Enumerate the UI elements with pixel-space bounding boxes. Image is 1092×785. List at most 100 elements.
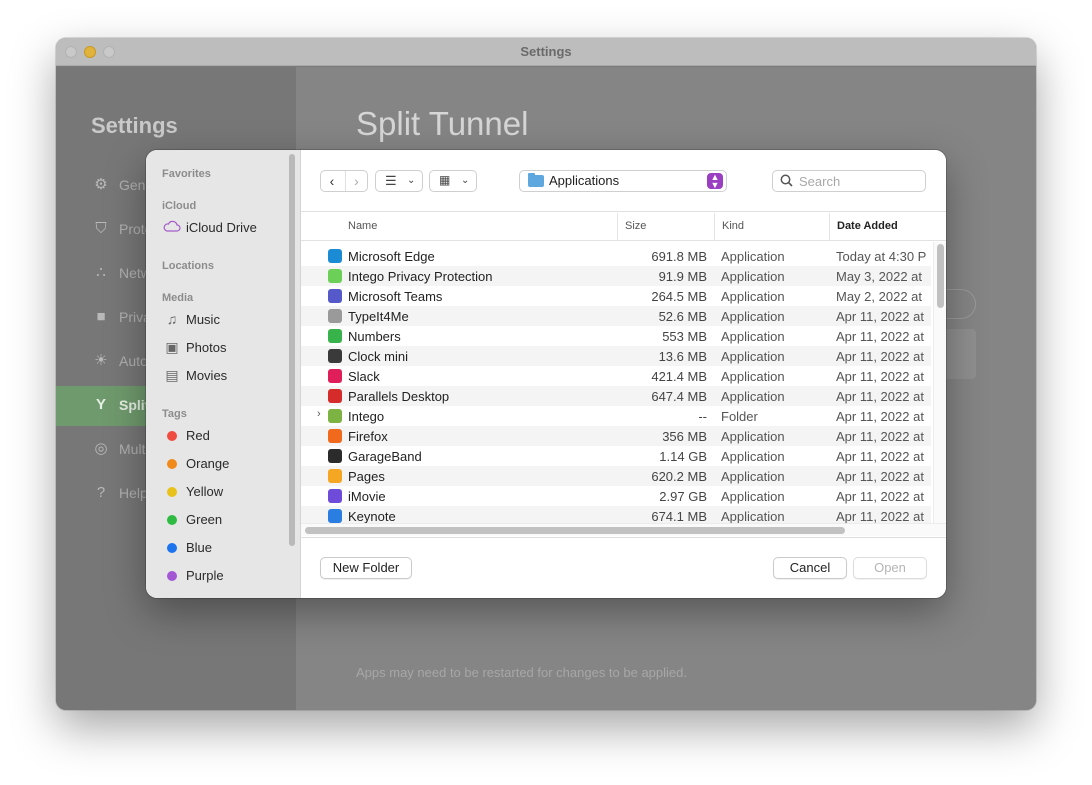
sidebar-scrollbar[interactable] bbox=[289, 154, 295, 546]
tag-red[interactable]: Red bbox=[162, 425, 292, 447]
split-icon: Y bbox=[95, 396, 106, 413]
app-icon bbox=[328, 309, 342, 323]
folder-icon bbox=[328, 409, 342, 423]
file-row[interactable]: Intego Privacy Protection 91.9 MB Applicat… bbox=[301, 266, 931, 286]
location-popup[interactable]: Applications ▲ ▼ bbox=[519, 170, 727, 192]
vertical-scrollbar[interactable] bbox=[933, 242, 946, 524]
file-date: Apr 11, 2022 at bbox=[836, 429, 924, 444]
file-date: Apr 11, 2022 at bbox=[836, 349, 924, 364]
file-date: May 3, 2022 at bbox=[836, 269, 922, 284]
app-icon bbox=[328, 269, 342, 283]
horizontal-scrollbar[interactable] bbox=[301, 523, 946, 536]
sidebar-item-icloud-drive[interactable]: iCloud Drive bbox=[162, 217, 292, 239]
file-row[interactable]: Clock mini 13.6 MB Application Apr 11, 2022… bbox=[301, 346, 931, 366]
restart-footnote: Apps may need to be restarted for change… bbox=[356, 665, 687, 680]
file-row[interactable]: Numbers 553 MB Application Apr 11, 2022 at bbox=[301, 326, 931, 346]
file-date: Apr 11, 2022 at bbox=[836, 409, 924, 424]
dialog-footer: New Folder Cancel Open bbox=[301, 537, 946, 598]
back-button[interactable]: ‹ bbox=[321, 171, 343, 191]
tag-purple[interactable]: Purple bbox=[162, 565, 292, 587]
file-name: Microsoft Teams bbox=[348, 289, 443, 304]
column-kind[interactable]: Kind bbox=[714, 213, 829, 241]
cancel-button[interactable]: Cancel bbox=[773, 557, 847, 579]
view-options-button[interactable]: ☰ ⌄ bbox=[375, 170, 423, 192]
file-row[interactable]: Parallels Desktop 647.4 MB Application Apr … bbox=[301, 386, 931, 406]
app-icon bbox=[328, 449, 342, 463]
vertical-scroll-thumb[interactable] bbox=[937, 244, 944, 308]
file-kind: Folder bbox=[721, 409, 758, 424]
file-name: GarageBand bbox=[348, 449, 422, 464]
sidebar-item-label: Mult bbox=[119, 441, 146, 457]
dialog-toolbar: ‹ › ☰ ⌄ ▦ ⌄ Applications ▲ ▼ bbox=[301, 150, 946, 212]
file-name: iMovie bbox=[348, 489, 386, 504]
sidebar-item-label: Movies bbox=[186, 368, 228, 383]
sidebar-item-photos[interactable]: ▣ Photos bbox=[162, 337, 292, 359]
new-folder-button[interactable]: New Folder bbox=[320, 557, 412, 579]
music-note-icon: ♫ bbox=[166, 311, 178, 327]
tag-orange[interactable]: Orange bbox=[162, 453, 292, 475]
column-name[interactable]: Name bbox=[341, 213, 617, 241]
tag-blue[interactable]: Blue bbox=[162, 537, 292, 559]
file-kind: Application bbox=[721, 309, 785, 324]
disclosure-chevron-icon[interactable]: › bbox=[317, 408, 321, 420]
search-field[interactable] bbox=[772, 170, 926, 192]
sidebar-item-label: Music bbox=[186, 312, 220, 327]
file-row[interactable]: iMovie 2.97 GB Application Apr 11, 2022 at bbox=[301, 486, 931, 506]
file-row[interactable]: Slack 421.4 MB Application Apr 11, 2022 at bbox=[301, 366, 931, 386]
file-name: Firefox bbox=[348, 429, 388, 444]
file-row[interactable]: Microsoft Edge 691.8 MB Application Today a… bbox=[301, 246, 931, 266]
horizontal-scroll-thumb[interactable] bbox=[305, 527, 845, 534]
forward-button[interactable]: › bbox=[345, 171, 367, 191]
file-row[interactable]: Pages 620.2 MB Application Apr 11, 2022 at bbox=[301, 466, 931, 486]
tag-label: Orange bbox=[186, 456, 230, 471]
file-row[interactable]: Firefox 356 MB Application Apr 11, 2022 at bbox=[301, 426, 931, 446]
file-date: Apr 11, 2022 at bbox=[836, 329, 924, 344]
file-name: Intego Privacy Protection bbox=[348, 269, 493, 284]
group-options-button[interactable]: ▦ ⌄ bbox=[429, 170, 477, 192]
file-size: 674.1 MB bbox=[651, 509, 707, 523]
open-button[interactable]: Open bbox=[853, 557, 927, 579]
file-size: 52.6 MB bbox=[658, 309, 707, 324]
file-date: Apr 11, 2022 at bbox=[836, 489, 924, 504]
file-date: Apr 11, 2022 at bbox=[836, 449, 924, 464]
file-row[interactable]: GarageBand 1.14 GB Application Apr 11, 2022… bbox=[301, 446, 931, 466]
gear-icon: ⚙ bbox=[94, 176, 108, 193]
file-kind: Application bbox=[721, 289, 785, 304]
file-date: Apr 11, 2022 at bbox=[836, 389, 924, 404]
tag-dot-icon bbox=[167, 459, 177, 469]
file-kind: Application bbox=[721, 509, 785, 523]
app-icon bbox=[328, 429, 342, 443]
search-input[interactable] bbox=[799, 173, 919, 189]
file-name: Clock mini bbox=[348, 349, 408, 364]
sidebar-item-movies[interactable]: ▤ Movies bbox=[162, 365, 292, 387]
updown-chevron-icon: ▲ ▼ bbox=[707, 173, 723, 190]
file-date: Apr 11, 2022 at bbox=[836, 509, 924, 523]
tag-green[interactable]: Green bbox=[162, 509, 292, 531]
tag-label: Purple bbox=[186, 568, 224, 583]
tag-yellow[interactable]: Yellow bbox=[162, 481, 292, 503]
tag-dot-icon bbox=[167, 431, 177, 441]
sidebar-item-music[interactable]: ♫ Music bbox=[162, 309, 292, 331]
file-kind: Application bbox=[721, 489, 785, 504]
tag-dot-icon bbox=[167, 571, 177, 581]
file-row[interactable]: TypeIt4Me 52.6 MB Application Apr 11, 2022 … bbox=[301, 306, 931, 326]
chevron-down-icon: ⌄ bbox=[407, 175, 416, 186]
file-size: 1.14 GB bbox=[659, 449, 707, 464]
globe-icon: ◎ bbox=[94, 440, 108, 457]
tag-label: Red bbox=[186, 428, 210, 443]
app-icon bbox=[328, 329, 342, 343]
file-kind: Application bbox=[721, 349, 785, 364]
icloud-header: iCloud bbox=[162, 200, 197, 212]
column-date-added[interactable]: Date Added bbox=[829, 213, 946, 241]
bulb-icon: ☀ bbox=[94, 352, 108, 369]
file-kind: Application bbox=[721, 269, 785, 284]
media-header: Media bbox=[162, 292, 194, 304]
file-name: Parallels Desktop bbox=[348, 389, 450, 404]
file-kind: Application bbox=[721, 469, 785, 484]
grid-icon: ▦ bbox=[439, 173, 450, 187]
file-row[interactable]: Microsoft Teams 264.5 MB Application May 2,… bbox=[301, 286, 931, 306]
column-size[interactable]: Size bbox=[617, 213, 714, 241]
file-row[interactable]: › Intego -- Folder Apr 11, 2022 at bbox=[301, 406, 931, 426]
file-date: Apr 11, 2022 at bbox=[836, 369, 924, 384]
file-row[interactable]: Keynote 674.1 MB Application Apr 11, 2022 a… bbox=[301, 506, 931, 523]
